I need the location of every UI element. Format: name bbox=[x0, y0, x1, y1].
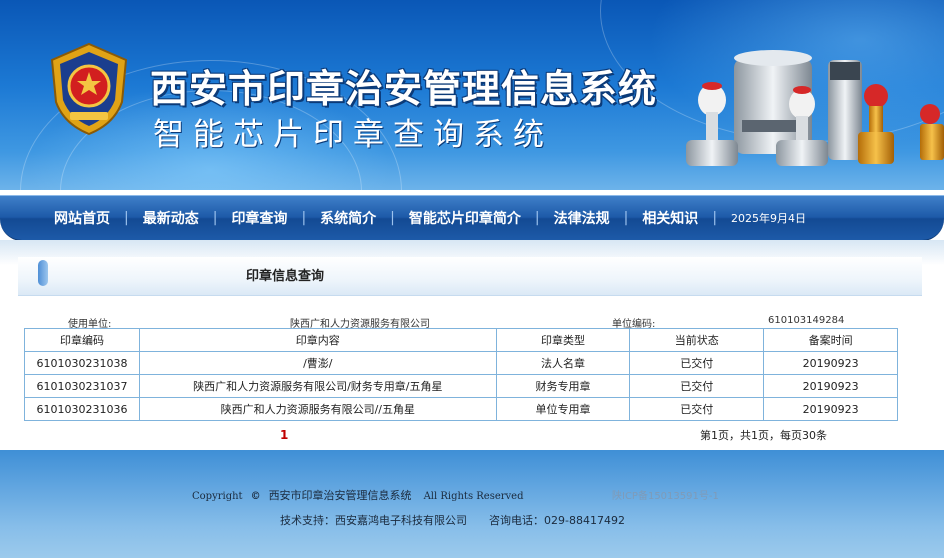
column-header: 当前状态 bbox=[629, 328, 765, 352]
nav-item-home[interactable]: 网站首页 bbox=[40, 208, 124, 228]
pagination-summary: 第1页，共1页，每页30条 bbox=[700, 429, 827, 442]
seal-code-cell: 6101030231037 bbox=[24, 374, 140, 398]
copyright-name: 西安市印章治安管理信息系统 bbox=[268, 489, 412, 502]
icp-record-link[interactable]: 陕ICP备15013591号-1 bbox=[612, 487, 719, 502]
seal-status-cell: 已交付 bbox=[629, 374, 765, 398]
seal-table: 印章编码 印章内容 印章类型 当前状态 备案时间 6101030231038 /… bbox=[24, 328, 898, 421]
seal-content-cell: 陕西广和人力资源服务有限公司/财务专用章/五角星 bbox=[138, 374, 497, 398]
section-title: 印章信息查询 bbox=[246, 269, 325, 284]
seal-type-cell: 财务专用章 bbox=[495, 374, 631, 398]
seal-code-cell: 6101030231036 bbox=[24, 397, 140, 421]
rights-text: All Rights Reserved bbox=[423, 491, 524, 502]
column-header: 备案时间 bbox=[763, 328, 898, 352]
table-header-row: 印章编码 印章内容 印章类型 当前状态 备案时间 bbox=[24, 328, 898, 352]
nav-item-system-intro[interactable]: 系统简介 bbox=[306, 208, 390, 228]
column-header: 印章编码 bbox=[24, 328, 140, 352]
page-footer: Copyright © 西安市印章治安管理信息系统 All Rights Reserv… bbox=[0, 450, 944, 558]
page-link-1[interactable]: 1 bbox=[280, 428, 288, 442]
copyright-prefix: Copyright bbox=[192, 491, 243, 502]
column-header: 印章类型 bbox=[495, 328, 631, 352]
query-section-header: 印章信息查询 bbox=[18, 257, 922, 296]
current-date: 2025年9月4日 bbox=[731, 212, 807, 225]
nav-item-seal-query[interactable]: 印章查询 bbox=[217, 208, 301, 228]
police-emblem-icon bbox=[50, 42, 128, 136]
seal-type-cell: 单位专用章 bbox=[495, 397, 631, 421]
support-line: 技术支持：西安嘉鸿电子科技有限公司 咨询电话：029-88417492 bbox=[280, 512, 625, 528]
seal-date-cell: 20190923 bbox=[763, 351, 898, 375]
main-content: 印章信息查询 使用单位: 陕西广和人力资源服务有限公司 单位编码: 610103… bbox=[0, 240, 944, 450]
main-nav: 网站首页 | 最新动态 | 印章查询 | 系统简介 | 智能芯片印章简介 | 法… bbox=[0, 195, 944, 241]
seal-date-cell: 20190923 bbox=[763, 374, 898, 398]
phone-label: 咨询电话： bbox=[489, 514, 544, 527]
phone-number: 029-88417492 bbox=[544, 514, 625, 527]
seal-status-cell: 已交付 bbox=[629, 397, 765, 421]
nav-item-laws[interactable]: 法律法规 bbox=[540, 208, 624, 228]
support-company: 西安嘉鸿电子科技有限公司 bbox=[335, 514, 467, 527]
column-header: 印章内容 bbox=[138, 328, 497, 352]
unit-code-value: 610103149284 bbox=[768, 315, 845, 326]
table-row: 6101030231036 陕西广和人力资源服务有限公司//五角星 单位专用章 … bbox=[24, 397, 898, 421]
seal-type-cell: 法人名章 bbox=[495, 351, 631, 375]
seal-code-cell: 6101030231038 bbox=[24, 351, 140, 375]
nav-item-news[interactable]: 最新动态 bbox=[129, 208, 213, 228]
nav-item-knowledge[interactable]: 相关知识 bbox=[628, 208, 712, 228]
copyright-line: Copyright © 西安市印章治安管理信息系统 All Rights Reserv… bbox=[192, 487, 524, 503]
section-tab-marker bbox=[38, 260, 48, 286]
nav-item-chip-seal-intro[interactable]: 智能芯片印章简介 bbox=[395, 208, 535, 228]
seal-date-cell: 20190923 bbox=[763, 397, 898, 421]
support-label: 技术支持： bbox=[280, 514, 335, 527]
header-banner: 西安市印章治安管理信息系统 智能芯片印章查询系统 bbox=[0, 0, 944, 190]
system-title: 西安市印章治安管理信息系统 bbox=[150, 66, 658, 111]
table-row: 6101030231037 陕西广和人力资源服务有限公司/财务专用章/五角星 财… bbox=[24, 374, 898, 398]
system-subtitle: 智能芯片印章查询系统 bbox=[153, 117, 553, 153]
seal-content-cell: 陕西广和人力资源服务有限公司//五角星 bbox=[138, 397, 497, 421]
table-row: 6101030231038 /曹澎/ 法人名章 已交付 20190923 bbox=[24, 351, 898, 375]
seal-status-cell: 已交付 bbox=[629, 351, 765, 375]
seal-stamps-illustration bbox=[686, 50, 944, 166]
seal-content-cell: /曹澎/ bbox=[138, 351, 497, 375]
copyright-symbol: © bbox=[250, 491, 261, 502]
